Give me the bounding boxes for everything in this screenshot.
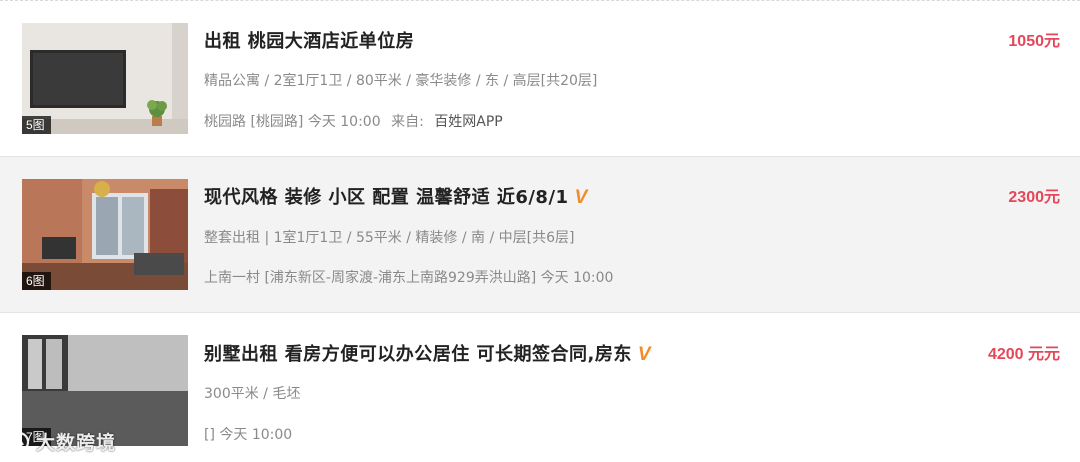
listing-item[interactable]: 7图 别墅出租 看房方便可以办公居住 可长期签合同,房东 V 300平米 / 毛坯… bbox=[0, 313, 1080, 462]
verified-v-icon: V bbox=[637, 344, 652, 365]
listing-location: [] 今天 10:00 bbox=[204, 424, 292, 444]
source-name: 百姓网APP bbox=[434, 114, 503, 130]
listing-thumbnail[interactable]: 6图 bbox=[22, 179, 188, 290]
photo-count-badge: 5图 bbox=[22, 116, 51, 134]
watermark: 大数跨境 bbox=[8, 428, 116, 455]
watermark-text: 大数跨境 bbox=[36, 432, 117, 454]
listing-price: 4200 元元 bbox=[987, 346, 1060, 363]
listing-title[interactable]: 现代风格 装修 小区 配置 温馨舒适 近6/8/1 V bbox=[204, 183, 588, 209]
listing-price: 2300元 bbox=[1008, 189, 1060, 206]
verified-v-icon: V bbox=[574, 187, 588, 208]
listing-location: 上南一村 [浦东新区-周家渡-浦东上南路929弄洪山路] 今天 10:00 bbox=[204, 267, 613, 287]
listing-location: 桃园路 [桃园路] 今天 10:00 来自: 百姓网APP bbox=[204, 111, 503, 131]
brand-logo-icon bbox=[8, 431, 30, 453]
listing-title[interactable]: 别墅出租 看房方便可以办公居住 可长期签合同,房东 V bbox=[204, 340, 651, 366]
listing-details: 整套出租 | 1室1厅1卫 / 55平米 / 精装修 / 南 / 中层[共6层] bbox=[204, 230, 575, 246]
listing-title[interactable]: 出租 桃园大酒店近单位房 bbox=[204, 27, 414, 53]
location-text: [] 今天 10:00 bbox=[204, 427, 293, 443]
location-text: 上南一村 [浦东新区-周家渡-浦东上南路929弄洪山路] 今天 10:00 bbox=[204, 270, 614, 286]
listing-price: 1050元 bbox=[1008, 33, 1060, 50]
listing-details: 300平米 / 毛坯 bbox=[204, 386, 301, 402]
source-label: 来自: bbox=[391, 114, 424, 130]
listing-title-text[interactable]: 现代风格 装修 小区 配置 温馨舒适 近6/8/1 bbox=[204, 187, 569, 208]
listing-thumbnail[interactable]: 5图 bbox=[22, 23, 188, 134]
listing-title-text[interactable]: 别墅出租 看房方便可以办公居住 可长期签合同,房东 bbox=[204, 344, 632, 365]
listing-details: 精品公寓 / 2室1厅1卫 / 80平米 / 豪华装修 / 东 / 高层[共20… bbox=[204, 73, 598, 89]
listing-item[interactable]: 5图 出租 桃园大酒店近单位房 精品公寓 / 2室1厅1卫 / 80平米 / 豪… bbox=[0, 1, 1080, 157]
listing-item[interactable]: 6图 现代风格 装修 小区 配置 温馨舒适 近6/8/1 V 整套出租 | 1室1… bbox=[0, 157, 1080, 313]
listing-title-text[interactable]: 出租 桃园大酒店近单位房 bbox=[204, 31, 414, 52]
photo-count-badge: 6图 bbox=[22, 272, 51, 290]
location-text: 桃园路 [桃园路] 今天 10:00 bbox=[204, 114, 381, 130]
